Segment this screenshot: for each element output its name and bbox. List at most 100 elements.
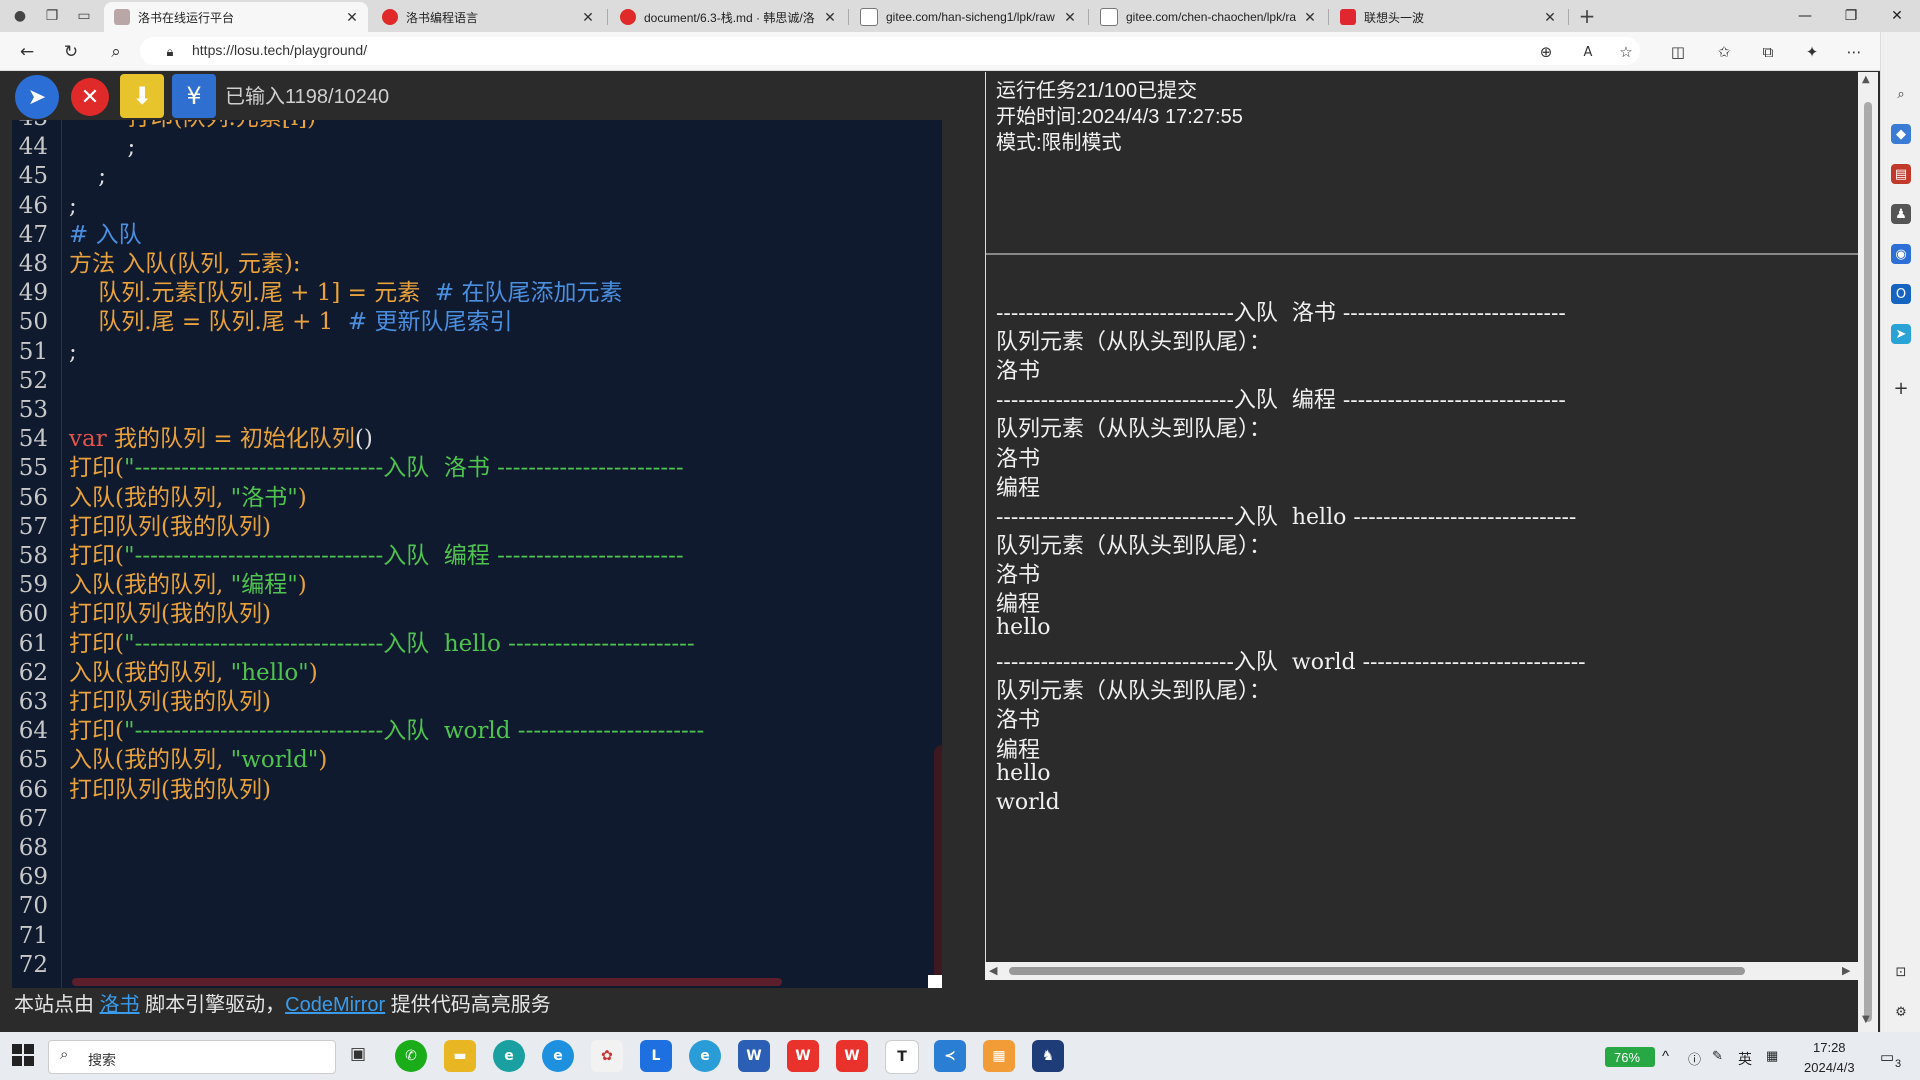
new-tab-button[interactable]: + [1577,4,1597,28]
close-tab-icon[interactable]: ✕ [1300,9,1320,26]
code-line[interactable]: 66 打印队列(我的队列) [12,776,271,805]
code-line[interactable]: 50 队列.尾 = 队列.尾 + 1 # 更新队尾索引 [12,308,513,337]
tab-actions-icon[interactable]: ▭ [74,6,94,26]
zoom-icon[interactable]: ⊕ [1534,40,1558,64]
workspaces-icon[interactable]: ❐ [42,6,62,26]
close-tab-icon[interactable]: ✕ [1060,9,1080,26]
code-line[interactable]: 71 [12,922,69,951]
code-line[interactable]: 70 [12,892,69,921]
office-icon[interactable]: ◉ [1891,244,1911,264]
edge-dev-icon[interactable]: e [493,1040,525,1072]
code-line[interactable]: 72 [12,951,69,980]
collections-icon[interactable]: ⧉ [1756,40,1780,64]
code-line[interactable]: 54 var 我的队列 = 初始化队列() [12,425,373,454]
app-icon[interactable]: ✿ [591,1040,623,1072]
add-icon[interactable]: + [1891,378,1911,399]
codemirror-link[interactable]: CodeMirror [285,994,385,1016]
tab-gitee-chen[interactable]: gitee.com/chen-chaochen/lpk/ra ✕ [1090,2,1326,32]
minimize-icon[interactable]: — [1782,0,1828,32]
code-line[interactable]: 58 打印("--------------------------------入队… [12,542,684,571]
edge-icon[interactable]: e [689,1040,721,1072]
games-icon[interactable]: ♟ [1891,204,1911,224]
shopping-icon[interactable]: ◆ [1891,124,1911,144]
outlook-icon[interactable]: O [1891,284,1911,304]
profile-icon[interactable]: ● [10,6,30,26]
ie-icon[interactable]: e [542,1040,574,1072]
typora-icon[interactable]: T [885,1040,919,1074]
lenovo-app-icon[interactable]: L [640,1040,672,1072]
code-line[interactable]: 65 入队(我的队列, "world") [12,746,328,775]
tab-gitee-han[interactable]: gitee.com/han-sicheng1/lpk/raw ✕ [850,2,1086,32]
close-tab-icon[interactable]: ✕ [1540,9,1560,26]
code-line[interactable]: 63 打印队列(我的队列) [12,688,271,717]
search-icon[interactable]: ⌕ [1891,84,1911,104]
code-line[interactable]: 55 打印("--------------------------------入队… [12,454,684,483]
code-line[interactable]: 53 [12,396,69,425]
more-menu-icon[interactable]: ⋯ [1842,40,1866,64]
pen-icon[interactable]: ✎ [1712,1048,1723,1064]
close-tab-icon[interactable]: ✕ [820,9,840,26]
tab-document-stack[interactable]: document/6.3-栈.md · 韩思诚/洛 ✕ [610,2,846,32]
extensions-icon[interactable]: ✦ [1800,40,1824,64]
page-vscrollbar[interactable]: ▲ ▼ [1858,72,1878,1032]
back-arrow-icon[interactable]: ← [15,40,39,64]
tray-chevron-icon[interactable]: ^ [1662,1048,1669,1065]
code-line[interactable]: 62 入队(我的队列, "hello") [12,659,318,688]
wechat-icon[interactable]: ✆ [395,1040,427,1072]
screenshot-icon[interactable]: ⊡ [1891,962,1911,982]
windows-start-icon[interactable] [12,1044,34,1066]
download-button[interactable]: ⬇ [120,74,164,118]
scroll-right-icon[interactable]: ▶ [1842,964,1850,977]
active-app-icon[interactable]: ▦ [983,1040,1015,1072]
code-line[interactable]: 64 打印("--------------------------------入队… [12,717,705,746]
favorites-icon[interactable]: ✩ [1712,40,1736,64]
scroll-left-icon[interactable]: ◀ [989,964,997,977]
code-line[interactable]: 49 队列.元素[队列.尾 + 1] = 元素 # 在队尾添加元素 [12,279,623,308]
code-line[interactable]: 69 [12,863,69,892]
resize-corner[interactable] [928,975,942,988]
info-icon[interactable]: ⓘ [1688,1049,1701,1068]
code-line[interactable]: 68 [12,834,69,863]
code-line[interactable]: 48 方法 入队(队列, 元素): [12,250,301,279]
cat-app-icon[interactable]: ♞ [1032,1040,1064,1072]
clock-time[interactable]: 17:28 [1813,1040,1846,1055]
losu-link[interactable]: 洛书 [100,994,140,1016]
close-window-icon[interactable]: ✕ [1874,0,1920,32]
code-editor[interactable]: 43 打印(队列.元素[i])44 ;45 ;46;47# 入队48方法 入队(… [12,120,942,988]
vscode-icon[interactable]: ≺ [934,1040,966,1072]
notification-icon[interactable]: ▭ [1880,1048,1894,1066]
code-line[interactable]: 67 [12,805,69,834]
keyboard-icon[interactable]: ▦ [1766,1048,1778,1064]
close-tab-icon[interactable]: ✕ [578,9,598,26]
ime-indicator[interactable]: 英 [1738,1049,1752,1069]
run-button[interactable]: ➤ [15,75,59,119]
close-tab-icon[interactable]: ✕ [342,9,362,26]
editor-hscrollbar[interactable] [72,978,782,986]
code-line[interactable]: 56 入队(我的队列, "洛书") [12,484,307,513]
tab-losu-lang[interactable]: 洛书编程语言 ✕ [372,2,604,32]
lock-icon[interactable]: 🔒︎ [158,40,182,64]
split-screen-icon[interactable]: ◫ [1666,40,1690,64]
favorite-star-icon[interactable]: ☆ [1614,40,1638,64]
editor-scrollbar[interactable] [934,745,942,988]
tab-lenovo[interactable]: 联想头一波 ✕ [1330,2,1566,32]
code-line[interactable]: 47 # 入队 [12,221,142,250]
code-line[interactable]: 61 打印("--------------------------------入队… [12,630,695,659]
scroll-down-icon[interactable]: ▼ [1862,1014,1870,1025]
code-line[interactable]: 45 ; [12,162,106,191]
restore-icon[interactable]: ❐ [1828,0,1874,32]
code-line[interactable]: 46; [12,192,77,221]
task-view-icon[interactable]: ▣ [350,1044,366,1064]
file-explorer-icon[interactable]: ▬ [444,1040,476,1072]
stop-button[interactable]: ✕ [68,75,112,119]
search-icon[interactable]: ⌕ [104,40,128,64]
code-line[interactable]: 44 ; [12,133,136,162]
wps-icon[interactable]: W [787,1040,819,1072]
output-hscrollbar[interactable]: ◀ ▶ [985,962,1858,980]
code-line[interactable]: 43 打印(队列.元素[i]) [12,120,316,133]
send-icon[interactable]: ➤ [1891,324,1911,344]
word-icon[interactable]: W [738,1040,770,1072]
code-line[interactable]: 52 [12,367,69,396]
code-line[interactable]: 59 入队(我的队列, "编程") [12,571,307,600]
settings-gear-icon[interactable]: ⚙ [1891,1002,1911,1022]
